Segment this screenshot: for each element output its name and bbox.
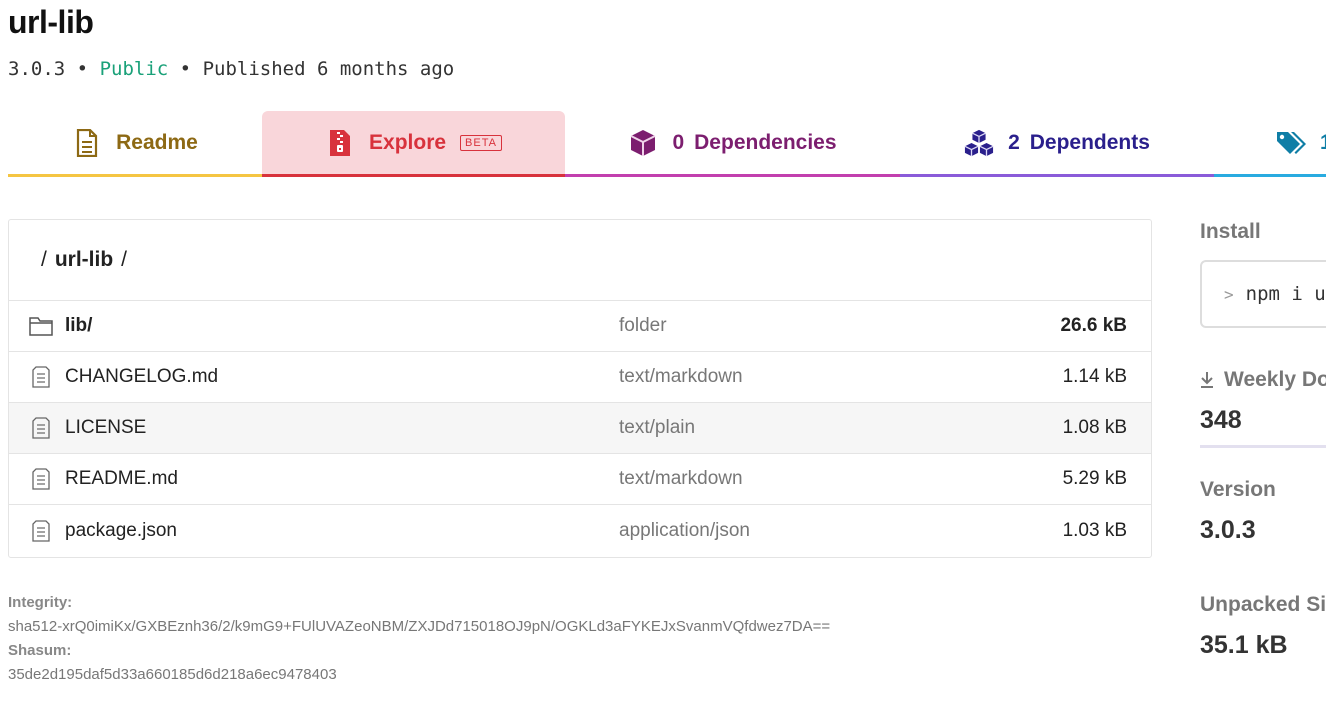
file-row-changelog[interactable]: CHANGELOG.md text/markdown 1.14 kB <box>9 352 1151 403</box>
tab-dependencies-label: Dependencies <box>694 130 837 154</box>
file-name[interactable]: README.md <box>65 468 178 490</box>
package-meta: 3.0.3 • Public • Published 6 months ago <box>8 58 454 80</box>
tab-explore-label: Explore <box>369 130 447 154</box>
file-icon <box>29 467 53 491</box>
meta-separator: • <box>76 58 89 80</box>
zip-file-icon <box>325 128 355 158</box>
versions-count: 1 <box>1320 130 1326 154</box>
tab-readme[interactable]: Readme <box>8 111 262 177</box>
breadcrumb-separator: / <box>41 248 47 271</box>
file-row-license[interactable]: LICENSE text/plain 1.08 kB <box>9 403 1151 454</box>
tab-explore[interactable]: Explore BETA <box>262 111 565 177</box>
file-name[interactable]: LICENSE <box>65 417 146 439</box>
folder-icon <box>29 314 53 338</box>
beta-badge: BETA <box>460 134 502 151</box>
file-row-readme[interactable]: README.md text/markdown 5.29 kB <box>9 454 1151 505</box>
published-date: Published 6 months ago <box>202 58 455 80</box>
shasum-label: Shasum: <box>8 642 72 659</box>
breadcrumb: / url-lib / <box>9 220 1151 301</box>
file-icon <box>29 519 53 543</box>
breadcrumb-segment[interactable]: url-lib <box>55 248 113 272</box>
install-command[interactable]: npm i url-lib <box>1246 283 1326 305</box>
integrity-label: Integrity: <box>8 594 73 611</box>
file-size: 1.08 kB <box>1062 417 1127 438</box>
file-icon <box>29 416 53 440</box>
tab-dependencies[interactable]: 0 Dependencies <box>565 111 900 177</box>
tags-icon <box>1276 128 1306 158</box>
install-command-box[interactable]: > npm i url-lib <box>1200 260 1326 328</box>
box-icon <box>628 128 658 158</box>
tab-versions[interactable]: 1 <box>1214 111 1326 177</box>
file-text-icon <box>72 128 102 158</box>
package-version: 3.0.3 <box>8 58 66 80</box>
file-name[interactable]: CHANGELOG.md <box>65 366 218 388</box>
file-name[interactable]: package.json <box>65 520 177 542</box>
file-size: 1.03 kB <box>1062 519 1127 541</box>
dependencies-count: 0 <box>672 130 685 154</box>
file-type: text/markdown <box>619 366 743 387</box>
visibility-label: Public <box>99 58 169 80</box>
file-type: text/markdown <box>619 468 743 489</box>
version-label: Version <box>1200 478 1276 501</box>
breadcrumb-separator: / <box>121 248 128 271</box>
file-row-lib[interactable]: lib/ folder 26.6 kB <box>9 301 1151 352</box>
sidebar: Install > npm i url-lib Weekly Downloads… <box>1200 220 1326 660</box>
version-value: 3.0.3 <box>1200 516 1256 544</box>
tab-readme-label: Readme <box>116 130 198 154</box>
file-size: 1.14 kB <box>1062 366 1127 387</box>
prompt-icon: > <box>1224 284 1234 304</box>
file-type: folder <box>619 315 667 336</box>
shasum-value: 35de2d195daf5d33a660185d6d218a6ec9478403 <box>8 666 337 683</box>
file-row-package-json[interactable]: package.json application/json 1.03 kB <box>9 505 1151 556</box>
integrity-info: Integrity: sha512-xrQ0imiKx/GXBEznh36/2/… <box>8 591 830 687</box>
install-label: Install <box>1200 220 1261 243</box>
unpacked-size-label: Unpacked Size <box>1200 593 1326 616</box>
tab-dependents-label: Dependents <box>1029 130 1150 154</box>
dependents-count: 2 <box>1008 130 1020 154</box>
file-size: 26.6 kB <box>1060 315 1127 336</box>
package-tabs: Readme Explore BETA 0 Dependencies 2 Dep… <box>8 111 1326 177</box>
package-title: url-lib <box>8 4 94 40</box>
file-type: application/json <box>619 519 750 541</box>
download-icon <box>1200 371 1214 389</box>
file-size: 5.29 kB <box>1062 468 1127 489</box>
meta-separator: • <box>179 58 192 80</box>
file-type: text/plain <box>619 417 696 438</box>
weekly-downloads-label: Weekly Downloads <box>1224 368 1326 391</box>
integrity-value: sha512-xrQ0imiKx/GXBEznh36/2/k9mG9+FUlUV… <box>8 618 831 635</box>
file-icon <box>29 365 53 389</box>
weekly-downloads-heading: Weekly Downloads <box>1200 368 1326 392</box>
weekly-downloads-value: 348 <box>1200 406 1242 434</box>
file-explorer: / url-lib / lib/ folder 26.6 kB CHANGELO… <box>8 219 1152 558</box>
downloads-sparkline <box>1200 445 1326 448</box>
unpacked-size-value: 35.1 kB <box>1200 631 1288 659</box>
file-name[interactable]: lib/ <box>65 315 92 337</box>
cubes-icon <box>964 128 994 158</box>
tab-dependents[interactable]: 2 Dependents <box>900 111 1214 177</box>
